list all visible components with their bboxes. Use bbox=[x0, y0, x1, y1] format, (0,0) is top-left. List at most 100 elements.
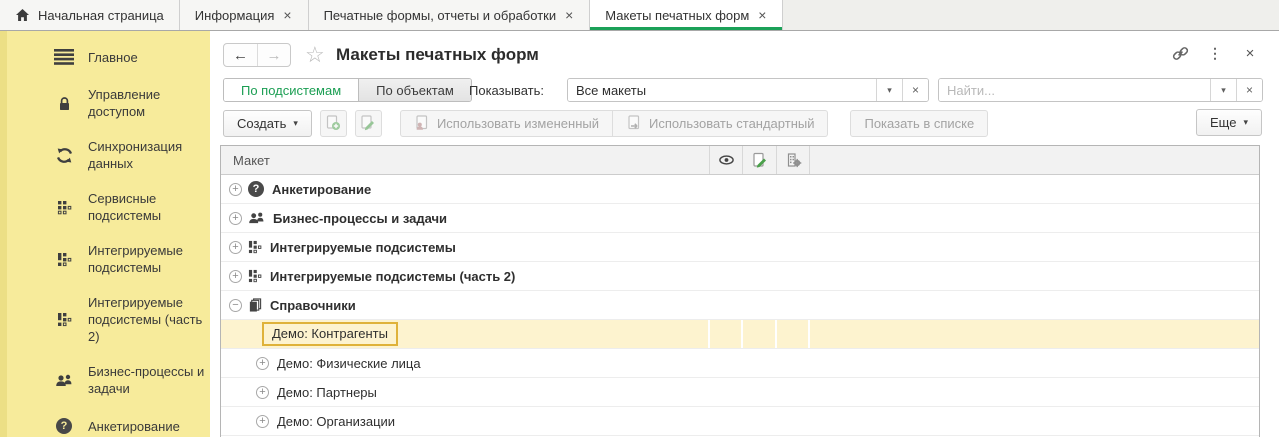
more-menu-icon[interactable]: ⋮ bbox=[1206, 44, 1224, 62]
tab-label: Макеты печатных форм bbox=[605, 8, 749, 23]
close-form-icon[interactable]: × bbox=[1241, 44, 1259, 62]
sidebar-item-label: Управление доступом bbox=[88, 86, 210, 120]
people-icon bbox=[53, 369, 75, 391]
sidebar-item-integrated-subsystems[interactable]: Интегрируемые подсистемы bbox=[0, 233, 210, 285]
sidebar-item-integrated-subsystems-2[interactable]: Интегрируемые подсистемы (часть 2) bbox=[0, 285, 210, 354]
sidebar-item-label: Интегрируемые подсистемы (часть 2) bbox=[88, 294, 210, 345]
tree-row-business-processes[interactable]: + Бизнес-процессы и задачи bbox=[221, 204, 1259, 233]
expand-icon[interactable]: + bbox=[256, 357, 269, 370]
tab-print-forms[interactable]: Печатные формы, отчеты и обработки × bbox=[309, 0, 591, 30]
modules-icon bbox=[248, 269, 262, 283]
by-objects-button[interactable]: По объектам bbox=[358, 79, 471, 101]
tab-close-icon[interactable]: × bbox=[282, 8, 292, 22]
header-actions: ⋮ × bbox=[1171, 44, 1259, 62]
tab-information[interactable]: Информация × bbox=[180, 0, 309, 30]
tab-label: Печатные формы, отчеты и обработки bbox=[324, 8, 557, 23]
expand-icon[interactable]: + bbox=[229, 270, 242, 283]
column-header-visibility[interactable] bbox=[710, 146, 743, 174]
column-header-object[interactable] bbox=[777, 146, 810, 174]
history-nav: ← → bbox=[223, 43, 291, 67]
tree-row-demo-individuals[interactable]: + Демо: Физические лица bbox=[221, 349, 1259, 378]
use-standard-button[interactable]: Использовать стандартный bbox=[613, 110, 829, 137]
view-mode-toggle: По подсистемам По объектам bbox=[223, 78, 472, 102]
modules-icon bbox=[53, 248, 75, 270]
sidebar-item-business-processes[interactable]: Бизнес-процессы и задачи bbox=[0, 354, 210, 406]
clear-icon[interactable]: × bbox=[1236, 79, 1262, 101]
home-icon bbox=[15, 8, 30, 22]
tab-label: Информация bbox=[195, 8, 275, 23]
column-header-modified[interactable] bbox=[743, 146, 777, 174]
sidebar-item-label: Интегрируемые подсистемы bbox=[88, 242, 210, 276]
tab-print-layouts[interactable]: Макеты печатных форм × bbox=[590, 0, 783, 30]
favorite-star-icon[interactable]: ☆ bbox=[305, 42, 325, 68]
collapse-icon[interactable]: − bbox=[229, 299, 242, 312]
use-buttons-group: Использовать измененный Использовать ста… bbox=[400, 110, 829, 137]
column-header-rest bbox=[810, 146, 1259, 174]
sync-icon bbox=[53, 144, 75, 166]
expand-icon[interactable]: + bbox=[229, 212, 242, 225]
show-filter-value[interactable] bbox=[568, 79, 876, 101]
sidebar-item-label: Анкетирование bbox=[88, 418, 210, 435]
expand-icon[interactable]: + bbox=[256, 415, 269, 428]
tab-label: Начальная страница bbox=[38, 8, 164, 23]
tree-row-demo-partners[interactable]: + Демо: Партнеры bbox=[221, 378, 1259, 407]
tab-close-icon[interactable]: × bbox=[564, 8, 574, 22]
sidebar-item-sync[interactable]: Синхронизация данных bbox=[0, 129, 210, 181]
sidebar-item-service-subsystems[interactable]: Сервисные подсистемы bbox=[0, 181, 210, 233]
chevron-down-icon[interactable]: ▾ bbox=[1210, 79, 1236, 101]
main-panel: ← → ☆ Макеты печатных форм ⋮ × По подсис… bbox=[210, 31, 1279, 437]
show-in-list-button[interactable]: Показать в списке bbox=[850, 110, 988, 137]
selected-cell[interactable]: Демо: Контрагенты bbox=[262, 322, 398, 346]
expand-icon[interactable]: + bbox=[256, 386, 269, 399]
modules-icon bbox=[53, 196, 75, 218]
create-button[interactable]: Создать▾ bbox=[223, 110, 312, 137]
books-icon bbox=[248, 298, 262, 312]
sidebar: Главное Управление доступом Синхронизаци… bbox=[0, 31, 210, 437]
edit-pencil-icon bbox=[360, 115, 376, 131]
clear-icon[interactable]: × bbox=[902, 79, 928, 101]
column-header-layout[interactable]: Макет bbox=[221, 146, 710, 174]
eye-icon bbox=[718, 153, 735, 167]
create-group-button[interactable] bbox=[320, 110, 347, 137]
sidebar-item-access[interactable]: Управление доступом bbox=[0, 77, 210, 129]
tree-row-demo-organizations[interactable]: + Демо: Организации bbox=[221, 407, 1259, 436]
chevron-down-icon: ▾ bbox=[293, 118, 298, 129]
tree-row-questionnaire[interactable]: + ? Анкетирование bbox=[221, 175, 1259, 204]
tree-row-integrated-subsystems[interactable]: + Интегрируемые подсистемы bbox=[221, 233, 1259, 262]
document-arrow-icon bbox=[626, 115, 642, 131]
tree-row-catalogs[interactable]: − Справочники bbox=[221, 291, 1259, 320]
by-subsystems-button[interactable]: По подсистемам bbox=[224, 79, 358, 101]
building-gear-icon bbox=[785, 152, 802, 169]
sidebar-item-label: Бизнес-процессы и задачи bbox=[88, 363, 210, 397]
chevron-down-icon[interactable]: ▾ bbox=[876, 79, 902, 101]
add-document-icon bbox=[325, 115, 341, 131]
menu-icon bbox=[53, 46, 75, 68]
toolbar: Создать▾ Использовать измененный bbox=[223, 109, 1279, 137]
more-button[interactable]: Еще▾ bbox=[1196, 109, 1262, 136]
tab-close-icon[interactable]: × bbox=[757, 8, 767, 22]
search-box: ▾ × bbox=[938, 78, 1263, 102]
document-user-icon bbox=[414, 115, 430, 131]
use-modified-button[interactable]: Использовать измененный bbox=[400, 110, 613, 137]
lock-icon bbox=[53, 92, 75, 114]
sidebar-item-label: Синхронизация данных bbox=[88, 138, 210, 172]
page-title: Макеты печатных форм bbox=[336, 45, 539, 65]
layouts-tree-table: Макет + ? Анкетир bbox=[220, 145, 1260, 437]
edit-button[interactable] bbox=[355, 110, 382, 137]
tree-row-demo-contractors[interactable]: Демо: Контрагенты bbox=[221, 320, 1259, 349]
sidebar-item-questionnaire[interactable]: ? Анкетирование bbox=[0, 406, 210, 437]
search-input[interactable] bbox=[939, 79, 1210, 101]
modules-icon bbox=[53, 309, 75, 331]
sidebar-item-label: Сервисные подсистемы bbox=[88, 190, 210, 224]
back-button[interactable]: ← bbox=[224, 44, 257, 66]
expand-icon[interactable]: + bbox=[229, 183, 242, 196]
question-icon: ? bbox=[53, 415, 75, 437]
sidebar-item-main[interactable]: Главное bbox=[0, 37, 210, 77]
expand-icon[interactable]: + bbox=[229, 241, 242, 254]
link-icon[interactable] bbox=[1171, 44, 1189, 62]
tab-home[interactable]: Начальная страница bbox=[0, 0, 180, 30]
questionnaire-icon: ? bbox=[248, 181, 264, 197]
forward-button[interactable]: → bbox=[257, 44, 290, 66]
edit-pencil-icon bbox=[752, 152, 768, 169]
tree-row-integrated-subsystems-2[interactable]: + Интегрируемые подсистемы (часть 2) bbox=[221, 262, 1259, 291]
